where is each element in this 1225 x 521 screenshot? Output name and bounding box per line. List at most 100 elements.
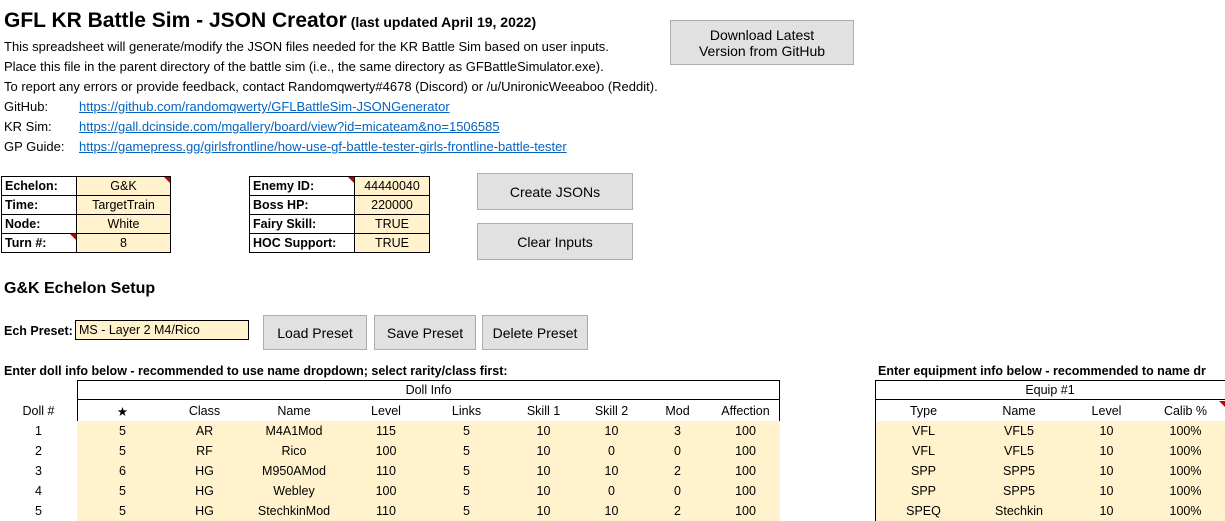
- links-cell[interactable]: 5: [425, 481, 508, 501]
- class-cell[interactable]: HG: [168, 461, 241, 481]
- type-cell[interactable]: VFL: [876, 421, 971, 441]
- calib-cell[interactable]: 100%: [1146, 501, 1225, 521]
- echelon-cell[interactable]: G&K: [76, 176, 171, 196]
- mod-cell[interactable]: 3: [644, 421, 711, 441]
- level-cell[interactable]: 110: [347, 501, 425, 521]
- krsim-link[interactable]: https://gall.dcinside.com/mgallery/board…: [79, 119, 500, 134]
- mod-cell[interactable]: 0: [644, 441, 711, 461]
- class-cell[interactable]: HG: [168, 501, 241, 521]
- calib-cell[interactable]: 100%: [1146, 421, 1225, 441]
- github-link[interactable]: https://github.com/randomqwerty/GFLBattl…: [79, 99, 450, 114]
- level-cell[interactable]: 110: [347, 461, 425, 481]
- col-calib-cell: Calib %: [1146, 401, 1225, 421]
- calib-cell[interactable]: 100%: [1146, 461, 1225, 481]
- skill1-cell[interactable]: 10: [508, 441, 579, 461]
- rarity-cell[interactable]: 5: [77, 421, 168, 441]
- name-cell[interactable]: M4A1Mod: [241, 421, 347, 441]
- equip-level-cell[interactable]: 10: [1067, 421, 1146, 441]
- skill2-cell[interactable]: 0: [579, 481, 644, 501]
- name-cell[interactable]: Rico: [241, 441, 347, 461]
- skill1-cell[interactable]: 10: [508, 421, 579, 441]
- preset-input[interactable]: MS - Layer 2 M4/Rico: [75, 320, 249, 340]
- load-preset-button[interactable]: Load Preset: [263, 315, 367, 350]
- boss-hp-label: Boss HP:: [249, 195, 355, 215]
- equip-name-cell[interactable]: SPP5: [971, 481, 1067, 501]
- class-cell[interactable]: AR: [168, 421, 241, 441]
- class-cell[interactable]: RF: [168, 441, 241, 461]
- rarity-cell[interactable]: 6: [77, 461, 168, 481]
- node-value[interactable]: White: [76, 214, 171, 234]
- rarity-cell[interactable]: 5: [77, 481, 168, 501]
- rarity-cell[interactable]: 5: [77, 501, 168, 521]
- affection-cell[interactable]: 100: [711, 481, 780, 501]
- fairy-skill-value[interactable]: TRUE: [354, 214, 430, 234]
- type-cell[interactable]: VFL: [876, 441, 971, 461]
- links-cell[interactable]: 5: [425, 461, 508, 481]
- skill2-cell[interactable]: 10: [579, 501, 644, 521]
- name-cell[interactable]: Webley: [241, 481, 347, 501]
- preset-label: Ech Preset:: [4, 324, 73, 338]
- name-cell[interactable]: M950AMod: [241, 461, 347, 481]
- hoc-support-value[interactable]: TRUE: [354, 233, 430, 253]
- skill1-cell[interactable]: 10: [508, 461, 579, 481]
- boss-hp-value[interactable]: 220000: [354, 195, 430, 215]
- table-row: SPP SPP5 10 100%: [876, 461, 1225, 481]
- col-calib: Calib %: [1163, 404, 1208, 418]
- equip-name-cell[interactable]: VFL5: [971, 421, 1067, 441]
- comment-marker: [348, 177, 354, 183]
- class-cell[interactable]: HG: [168, 481, 241, 501]
- type-cell[interactable]: SPP: [876, 481, 971, 501]
- create-jsons-button[interactable]: Create JSONs: [477, 173, 633, 210]
- equip-level-cell[interactable]: 10: [1067, 501, 1146, 521]
- title-text: GFL KR Battle Sim - JSON Creator: [4, 9, 347, 32]
- links-cell[interactable]: 5: [425, 421, 508, 441]
- clear-inputs-button[interactable]: Clear Inputs: [477, 223, 633, 260]
- links-cell[interactable]: 5: [425, 441, 508, 461]
- type-cell[interactable]: SPP: [876, 461, 971, 481]
- rarity-cell[interactable]: 5: [77, 441, 168, 461]
- info-line-2: Place this file in the parent directory …: [4, 59, 604, 74]
- affection-cell[interactable]: 100: [711, 421, 780, 441]
- mod-cell[interactable]: 0: [644, 481, 711, 501]
- type-cell[interactable]: SPEQ: [876, 501, 971, 521]
- mod-cell[interactable]: 2: [644, 501, 711, 521]
- col-skill2: Skill 2: [594, 404, 629, 418]
- calib-cell[interactable]: 100%: [1146, 481, 1225, 501]
- calib-cell[interactable]: 100%: [1146, 441, 1225, 461]
- equip-level-cell[interactable]: 10: [1067, 481, 1146, 501]
- table-row: VFL VFL5 10 100%: [876, 441, 1225, 461]
- equip-level-cell[interactable]: 10: [1067, 441, 1146, 461]
- mod-cell[interactable]: 2: [644, 461, 711, 481]
- skill1-cell[interactable]: 10: [508, 481, 579, 501]
- save-preset-button[interactable]: Save Preset: [374, 315, 476, 350]
- doll-table-note: Enter doll info below - recommended to u…: [4, 364, 508, 378]
- equip-name-cell[interactable]: SPP5: [971, 461, 1067, 481]
- affection-cell[interactable]: 100: [711, 441, 780, 461]
- download-latest-button[interactable]: Download Latest Version from GitHub: [670, 20, 854, 65]
- equip-name-cell[interactable]: Stechkin: [971, 501, 1067, 521]
- equip-level-cell[interactable]: 10: [1067, 461, 1146, 481]
- delete-preset-button[interactable]: Delete Preset: [482, 315, 588, 350]
- level-cell[interactable]: 100: [347, 481, 425, 501]
- skill2-cell[interactable]: 10: [579, 421, 644, 441]
- affection-cell[interactable]: 100: [711, 501, 780, 521]
- turn-value[interactable]: 8: [76, 233, 171, 253]
- krsim-label: KR Sim:: [4, 119, 52, 134]
- skill2-cell[interactable]: 10: [579, 461, 644, 481]
- name-cell[interactable]: StechkinMod: [241, 501, 347, 521]
- level-cell[interactable]: 100: [347, 441, 425, 461]
- enemy-id-value[interactable]: 44440040: [354, 176, 430, 196]
- time-label: Time:: [1, 195, 77, 215]
- time-value[interactable]: TargetTrain: [76, 195, 171, 215]
- turn-label-cell: Turn #:: [1, 233, 77, 253]
- links-cell[interactable]: 5: [425, 501, 508, 521]
- equip-name-cell[interactable]: VFL5: [971, 441, 1067, 461]
- gpguide-label: GP Guide:: [4, 139, 65, 154]
- gpguide-link[interactable]: https://gamepress.gg/girlsfrontline/how-…: [79, 139, 567, 154]
- affection-cell[interactable]: 100: [711, 461, 780, 481]
- settings-table-right: Enemy ID: 44440040 Boss HP: 220000 Fairy…: [249, 176, 430, 253]
- skill1-cell[interactable]: 10: [508, 501, 579, 521]
- level-cell[interactable]: 115: [347, 421, 425, 441]
- skill2-cell[interactable]: 0: [579, 441, 644, 461]
- table-row: 4 5 HG Webley 100 5 10 0 0 100: [0, 481, 780, 501]
